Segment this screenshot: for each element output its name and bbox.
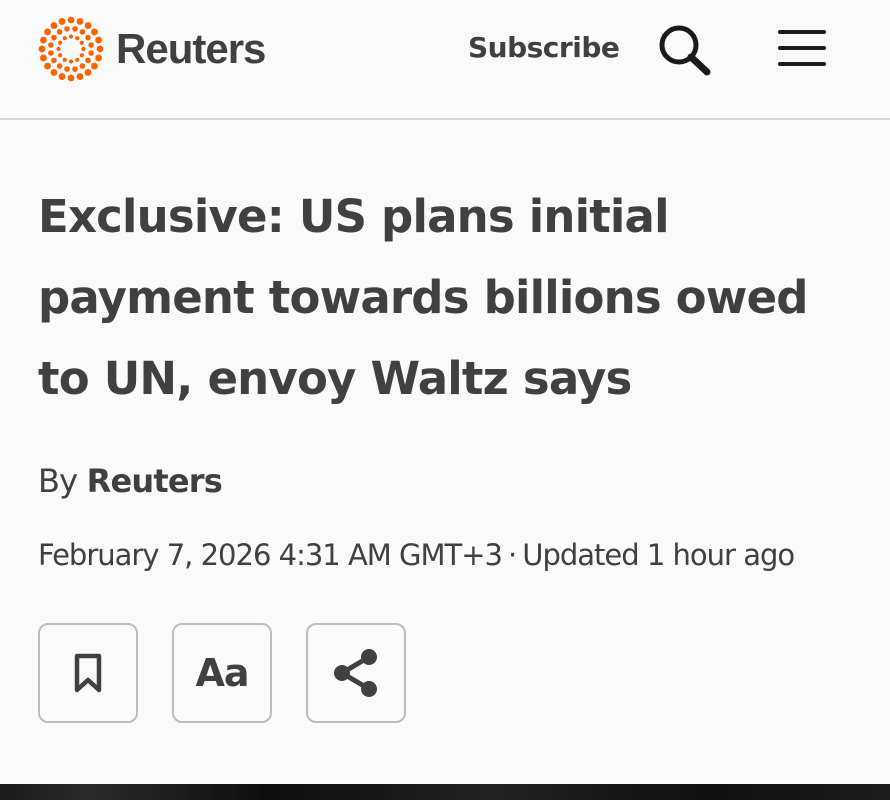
logo-dot [84,69,92,76]
logo-dot [72,66,78,72]
logo-dot [81,46,86,52]
share-icon [334,649,377,697]
logo-dot [62,57,67,62]
logo-dot [68,59,74,64]
logo-dot [79,40,84,45]
reuters-logo-link[interactable]: Reuters [38,16,266,82]
logo-dot [72,26,78,32]
bookmark-button[interactable] [38,623,138,723]
updated-time: Updated 1 hour ago [522,538,795,572]
article-headline: Exclusive: US plans initial payment towa… [38,190,809,405]
byline-prefix: By [38,462,78,500]
logo-dot [88,42,94,48]
logo-dot [50,22,58,29]
logo-dot [62,36,67,41]
bookmark-icon [74,653,102,693]
byline: By Reuters [38,462,223,500]
search-icon [659,25,711,76]
logo-dot [84,22,92,29]
logo-dot [51,34,57,41]
logo-dot [64,26,70,32]
logo-dot [79,63,86,69]
hamburger-menu-icon [778,30,826,66]
dateline: February 7, 2026 4:31 AM GMT+3 · Updated 1… [38,538,795,572]
logo-dot [40,36,47,44]
search-button[interactable] [655,22,715,78]
logo-dot [56,46,61,52]
logo-dot [56,29,63,35]
logo-dot [58,53,63,58]
site-header: Reuters Subscribe [0,0,890,120]
logo-dot [38,45,46,53]
logo-dot [79,53,84,58]
menu-button[interactable] [776,27,828,69]
logo-dot [48,50,54,56]
logo-dot [56,63,63,69]
logo-dot [95,54,102,62]
subscribe-link[interactable]: Subscribe [468,28,620,68]
logo-dot [75,57,80,62]
logo-dot [58,18,66,25]
article-page: Reuters Subscribe Exclusive: US plans in… [0,0,890,800]
logo-dot [75,36,80,41]
logo-dot [88,50,94,56]
date-separator: · [508,538,517,572]
logo-dot [79,29,86,35]
logo-dot [48,42,54,48]
logo-dot [91,28,98,36]
logo-dot [76,18,84,25]
text-size-label: Aa [195,651,249,695]
logo-dot [96,45,104,53]
logo-dot [91,62,98,70]
share-button[interactable] [306,623,406,723]
logo-dot [67,16,75,24]
text-size-button[interactable]: Aa [172,623,272,723]
logo-dot [64,66,70,72]
logo-dot [85,34,91,41]
logo-dot [44,62,51,70]
logo-dot [85,57,91,64]
author-link[interactable]: Reuters [87,462,223,500]
logo-dot [95,36,102,44]
logo-dot [76,73,84,80]
lead-image-top-edge [0,784,890,800]
logo-dot [67,74,75,82]
reuters-logo-icon [38,16,104,82]
logo-text: Reuters [116,25,266,72]
logo-dot [51,57,57,64]
logo-dot [58,40,63,45]
logo-dot [44,28,51,36]
logo-dot [58,73,66,80]
logo-dot [68,34,74,39]
published-date: February 7, 2026 4:31 AM GMT+3 [38,538,503,572]
logo-dot [40,54,47,62]
logo-dot [50,69,58,76]
